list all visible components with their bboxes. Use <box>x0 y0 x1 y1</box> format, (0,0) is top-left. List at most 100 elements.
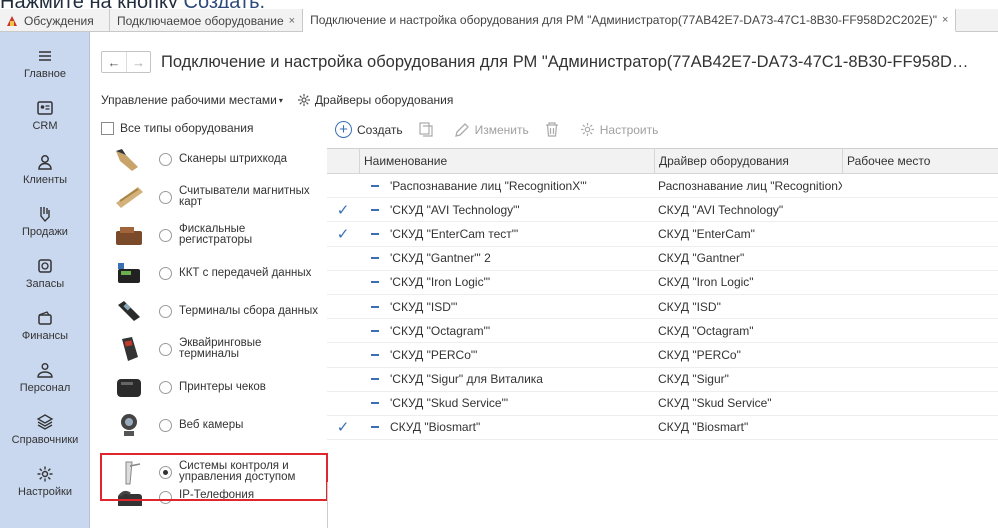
equipment-type-fiscal-registers[interactable]: Фискальные регистраторы <box>101 216 331 254</box>
radio-kkt-data[interactable] <box>159 266 172 280</box>
tab-connected-equipment[interactable]: Подключаемое оборудование × <box>110 9 304 32</box>
row-check <box>327 295 359 318</box>
delete-button[interactable] <box>545 122 564 137</box>
table-row[interactable]: 'СКУД "Skud Service"' СКУД "Skud Service" <box>327 392 998 416</box>
cell-driver: СКУД "Biosmart" <box>658 420 749 435</box>
radio-magnetic-card-readers[interactable] <box>159 190 172 204</box>
radio-acquiring-terminals[interactable] <box>159 342 172 356</box>
sidebar-item-label: Справочники <box>11 434 79 446</box>
sidebar-item-references[interactable]: Справочники <box>0 412 90 462</box>
cell-driver: СКУД "PERCo" <box>658 347 741 362</box>
table-row[interactable]: ✓ СКУД "Biosmart" СКУД "Biosmart" <box>327 416 998 441</box>
table-row[interactable]: ✓ 'СКУД "EnterCam тест"' СКУД "EnterCam" <box>327 222 998 247</box>
cell-name: 'СКУД "Skud Service"' <box>359 392 654 415</box>
sidebar-item-staff[interactable]: Персонал <box>0 360 90 410</box>
cell-name: 'СКУД "AVI Technology"' <box>359 198 654 221</box>
radio-data-terminals[interactable] <box>159 304 172 318</box>
row-check <box>327 271 359 294</box>
equipment-type-barcode-scanners[interactable]: Сканеры штрихкода <box>101 140 331 178</box>
sidebar-item-main[interactable]: Главное <box>0 46 90 96</box>
column-header-name[interactable]: Наименование <box>359 149 654 173</box>
cell-workplace <box>842 222 998 245</box>
cell-name-text: 'СКУД "Gantner"' 2 <box>390 251 491 266</box>
equipment-type-receipt-printers[interactable]: Принтеры чеков <box>101 368 331 406</box>
tab-discussions[interactable]: Обсуждения <box>0 9 110 32</box>
fiscal-register-icon <box>109 220 149 250</box>
cell-name: СКУД "Biosmart" <box>359 416 654 439</box>
all-types-checkbox-row[interactable]: Все типы оборудования <box>101 121 253 135</box>
cell-name-text: 'СКУД "Sigur" для Виталика <box>390 372 543 387</box>
back-button[interactable]: ← <box>102 52 126 72</box>
table-row[interactable]: 'СКУД "ISD"' СКУД "ISD" <box>327 295 998 320</box>
cell-driver: СКУД "Sigur" <box>658 372 729 387</box>
radio-webcams[interactable] <box>159 418 172 432</box>
sidebar-item-label: Главное <box>23 68 67 80</box>
all-types-label: Все типы оборудования <box>120 121 254 135</box>
copy-button[interactable] <box>419 122 438 137</box>
edit-button[interactable]: Изменить <box>454 122 529 138</box>
close-icon[interactable]: × <box>289 15 295 27</box>
selection-highlight <box>100 453 328 501</box>
equipment-type-data-terminals[interactable]: Терминалы сбора данных <box>101 292 331 330</box>
table-row[interactable]: 'СКУД "Octagram"' СКУД "Octagram" <box>327 319 998 344</box>
cell-name-text: СКУД "Biosmart" <box>390 420 481 435</box>
edit-label: Изменить <box>474 122 529 137</box>
row-check <box>327 392 359 415</box>
caption-prefix: Нажмите на кнопку <box>0 0 184 8</box>
forward-button[interactable]: → <box>126 52 150 72</box>
sidebar-item-label: Запасы <box>25 278 65 290</box>
table-row[interactable]: 'СКУД "Sigur" для Виталика СКУД "Sigur" <box>327 368 998 392</box>
table-row[interactable]: 'СКУД "Gantner"' 2 СКУД "Gantner" <box>327 247 998 271</box>
table-row[interactable]: 'Распознавание лиц "RecognitionX"' Распоз… <box>327 174 998 199</box>
item-marker-icon <box>371 426 379 429</box>
column-header-driver[interactable]: Драйвер оборудования <box>654 149 842 173</box>
cell-driver: СКУД "Octagram" <box>658 323 754 338</box>
plus-circle-icon: + <box>335 121 352 138</box>
cell-workplace <box>842 247 998 270</box>
drivers-link[interactable]: Драйверы оборудования <box>315 93 454 107</box>
radio-fiscal-registers[interactable] <box>159 228 172 242</box>
sidebar-item-clients[interactable]: Клиенты <box>0 152 90 202</box>
cell-name-text: 'СКУД "AVI Technology"' <box>390 202 520 217</box>
sidebar-item-sales[interactable]: Продажи <box>0 204 90 254</box>
sidebar-item-label: Персонал <box>19 382 71 394</box>
tab-equipment-setup[interactable]: Подключение и настройка оборудования для… <box>303 9 957 32</box>
create-button[interactable]: + Создать <box>335 121 403 138</box>
cell-workplace <box>842 368 998 391</box>
equipment-type-kkt-data[interactable]: ККТ с передачей данных <box>101 254 331 292</box>
configure-button[interactable]: Настроить <box>580 122 659 137</box>
table-row[interactable]: 'СКУД "PERCo"' СКУД "PERCo" <box>327 343 998 368</box>
item-marker-icon <box>371 208 379 211</box>
all-types-checkbox[interactable] <box>101 121 114 135</box>
equipment-type-magnetic-card-readers[interactable]: Считыватели магнитных карт <box>101 178 331 216</box>
page-header: ← → Подключение и настройка оборудования… <box>101 50 991 74</box>
item-marker-icon <box>371 353 379 356</box>
radio-receipt-printers[interactable] <box>159 380 172 394</box>
caption-highlight: Создать. <box>184 0 266 8</box>
table-row[interactable]: 'СКУД "Iron Logic"' СКУД "Iron Logic" <box>327 271 998 295</box>
radio-barcode-scanners[interactable] <box>159 152 172 166</box>
barcode-scanner-icon <box>109 144 149 174</box>
sidebar-item-crm[interactable]: CRM <box>0 98 90 148</box>
cell-workplace <box>842 295 998 318</box>
sidebar-item-finance[interactable]: Финансы <box>0 308 90 358</box>
handshake-icon <box>35 204 55 224</box>
sidebar-item-settings[interactable]: Настройки <box>0 464 90 514</box>
cell-name-text: 'СКУД "Iron Logic"' <box>390 275 491 290</box>
close-icon[interactable]: × <box>942 14 948 26</box>
card-reader-icon <box>109 182 149 212</box>
header-check-column <box>327 149 359 173</box>
equipment-type-webcams[interactable]: Веб камеры <box>101 406 331 444</box>
sidebar-item-stock[interactable]: Запасы <box>0 256 90 306</box>
row-check <box>327 368 359 391</box>
cell-name-text: 'СКУД "PERCo"' <box>390 347 478 362</box>
chevron-down-icon[interactable]: ▾ <box>279 96 283 105</box>
item-marker-icon <box>371 329 379 332</box>
configure-label: Настроить <box>599 122 659 137</box>
workplaces-menu[interactable]: Управление рабочими местами <box>101 93 277 107</box>
sidebar-item-label: Настройки <box>18 486 72 498</box>
cell-name: 'СКУД "Sigur" для Виталика <box>359 368 654 391</box>
table-row[interactable]: ✓ 'СКУД "AVI Technology"' СКУД "AVI Techno… <box>327 198 998 223</box>
equipment-type-acquiring-terminals[interactable]: Эквайринговые терминалы <box>101 330 331 368</box>
column-header-workplace[interactable]: Рабочее место <box>842 149 998 173</box>
